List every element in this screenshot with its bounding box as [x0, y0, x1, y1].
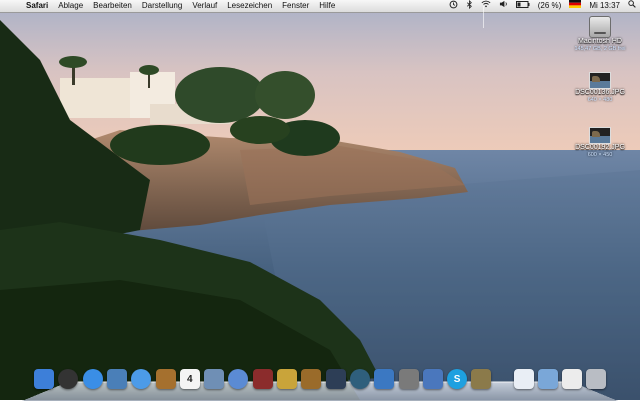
time-machine-icon[interactable] — [349, 369, 370, 389]
gimp-icon[interactable] — [471, 369, 492, 389]
gear-icon[interactable] — [398, 369, 419, 389]
volume-icon[interactable] — [495, 0, 512, 12]
image-file-icon — [589, 127, 611, 144]
dashboard-icon[interactable] — [58, 369, 79, 389]
crown-icon[interactable] — [422, 369, 443, 389]
imovie-icon[interactable] — [277, 369, 297, 389]
wifi-icon[interactable] — [477, 0, 495, 12]
desktop-icon-info: 600 × 450 — [587, 152, 613, 158]
preview-icon[interactable] — [106, 369, 127, 389]
desktop-icon-label: DSC00192.JPG — [575, 144, 625, 151]
menu-verlauf[interactable]: Verlauf — [187, 0, 222, 12]
desktop-wallpaper — [0, 0, 640, 400]
desktop-icon-info: 145,47 GB, 2 GB frei — [574, 46, 626, 52]
bluetooth-icon[interactable] — [462, 0, 477, 13]
desktop-icon-dsc00192[interactable]: DSC00192.JPG 600 × 450 — [565, 127, 635, 159]
dock-item-badge-text: S — [453, 373, 461, 385]
menu-safari[interactable]: Safari — [21, 0, 53, 12]
menu-darstellung[interactable]: Darstellung — [137, 0, 187, 12]
folder-icon[interactable] — [538, 369, 558, 389]
user-figure-icon[interactable] — [374, 369, 395, 389]
battery-icon[interactable] — [512, 0, 534, 12]
iphoto-icon[interactable] — [204, 369, 225, 389]
document-icon[interactable] — [514, 369, 534, 389]
desktop-icon-info: 640 × 480 — [587, 97, 613, 103]
dock-separator — [483, 6, 484, 28]
dock: 4S — [22, 366, 618, 396]
photo-booth-icon[interactable] — [252, 369, 273, 389]
dock-item-badge-text: 4 — [187, 373, 193, 385]
menu-bar: Safari Ablage Bearbeiten Darstellung Ver… — [0, 0, 640, 13]
desktop-icon-dsc00136[interactable]: DSC00136.JPG 640 × 480 — [565, 72, 635, 104]
battery-percentage[interactable]: (26 %) — [534, 0, 566, 12]
menu-hilfe[interactable]: Hilfe — [314, 0, 340, 12]
safari-icon[interactable] — [82, 369, 103, 389]
spotlight-search-icon[interactable] — [624, 0, 640, 12]
skype-icon[interactable]: S — [447, 369, 468, 389]
flag-icon[interactable] — [565, 0, 585, 12]
menu-fenster[interactable]: Fenster — [277, 0, 314, 12]
clock[interactable]: Mi 13:37 — [585, 0, 624, 12]
garageband-icon[interactable] — [301, 369, 322, 389]
picture-stack-icon[interactable] — [562, 369, 582, 389]
menu-bearbeiten[interactable]: Bearbeiten — [88, 0, 137, 12]
time-machine-status-icon[interactable] — [445, 0, 462, 13]
address-book-icon[interactable] — [155, 369, 176, 389]
hard-drive-icon — [589, 16, 611, 38]
menu-extras: (26 %) Mi 13:37 — [445, 0, 640, 12]
finder-icon[interactable] — [34, 369, 54, 389]
trash-icon[interactable] — [586, 369, 606, 389]
menu-ablage[interactable]: Ablage — [53, 0, 88, 12]
image-file-icon — [589, 72, 611, 89]
ichat-icon[interactable] — [131, 369, 152, 389]
desktop-icon-macintosh-hd[interactable]: Macintosh HD 145,47 GB, 2 GB frei — [565, 16, 635, 53]
spaces-icon[interactable] — [325, 369, 346, 389]
itunes-icon[interactable] — [228, 369, 249, 389]
menu-lesezeichen[interactable]: Lesezeichen — [222, 0, 277, 12]
ical-icon[interactable]: 4 — [179, 369, 200, 389]
desktop-icon-label: DSC00136.JPG — [575, 89, 625, 96]
desktop-icon-label: Macintosh HD — [578, 38, 622, 45]
